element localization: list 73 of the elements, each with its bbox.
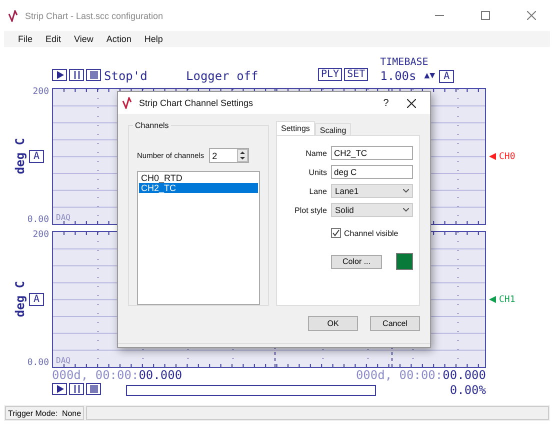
menu-item[interactable]: Help <box>138 34 170 44</box>
timebase-spinner[interactable]: ▲▼ <box>424 71 436 81</box>
channel-label: CH0 <box>499 152 516 162</box>
app-logo-icon <box>8 10 20 22</box>
minimize-icon <box>434 15 444 16</box>
axis-min-label: 0.00 <box>27 359 49 368</box>
play-icon <box>54 384 64 394</box>
field-label: Lane <box>308 186 327 196</box>
check-icon <box>332 229 340 237</box>
menu-item[interactable]: Action <box>100 34 138 44</box>
autoscale-button[interactable]: A <box>29 293 44 306</box>
progress-reading: 0.00% <box>450 384 486 396</box>
checkbox-label: Channel visible <box>344 228 398 238</box>
stop-button[interactable] <box>86 383 101 395</box>
window-title: Strip Chart - Last.scc configuration <box>25 10 164 20</box>
tab[interactable]: Scaling <box>314 123 352 135</box>
text-field[interactable]: deg C <box>331 165 413 179</box>
dropdown[interactable]: Lane1 <box>331 184 413 198</box>
start-time: 000d, 00:00:00.000 <box>52 369 182 382</box>
pause-button[interactable] <box>69 383 84 395</box>
run-status: Stop'd <box>104 69 148 83</box>
menu-item[interactable]: View <box>68 34 100 44</box>
chevron-icon <box>403 208 409 212</box>
trigger-mode-status: Trigger Mode: None <box>5 406 84 420</box>
play-button[interactable] <box>52 69 67 81</box>
close-icon <box>526 11 536 20</box>
autoscale-button[interactable]: A <box>29 150 44 163</box>
axis-max-label: 200 <box>32 88 49 97</box>
channel-count-field[interactable]: 2 <box>209 148 250 163</box>
chevron-icon <box>403 189 409 193</box>
end-time: 000d, 00:00:00.000 <box>356 369 486 382</box>
axis-max-label: 200 <box>32 231 49 240</box>
maximize-icon <box>480 11 490 20</box>
field-label: Name <box>304 148 327 158</box>
toolbar-button[interactable]: PLY <box>318 68 342 81</box>
source-label: DAQ <box>56 356 70 365</box>
help-button[interactable]: ? <box>371 98 401 108</box>
timebase-value: 1.00s <box>380 69 416 83</box>
pause-button[interactable] <box>69 69 84 81</box>
menu-item[interactable]: Edit <box>40 34 68 44</box>
color-button[interactable]: Color ... <box>331 254 382 268</box>
timebase-label: TIMEBASE <box>380 57 430 69</box>
toolbar-button[interactable]: SET <box>344 68 368 81</box>
list-item[interactable]: CH0_RTD <box>139 173 258 183</box>
logger-status: Logger off <box>186 69 260 83</box>
spinner-icon[interactable] <box>237 149 248 162</box>
stop-icon <box>88 384 98 394</box>
stop-icon <box>88 70 98 80</box>
source-label: DAQ <box>56 213 70 222</box>
pause-icon <box>72 384 82 394</box>
list-item[interactable]: CH2_TC <box>139 183 258 193</box>
cancel-button[interactable]: Cancel <box>370 316 420 331</box>
axis-units-label: deg C <box>13 281 27 318</box>
axis-min-label: 0.00 <box>27 216 49 225</box>
field-label: Units <box>308 168 327 176</box>
play-button[interactable] <box>52 383 67 395</box>
ok-button[interactable]: OK <box>308 316 358 331</box>
menu-item[interactable]: File <box>12 34 40 44</box>
stop-button[interactable] <box>86 69 101 81</box>
app-logo-icon <box>122 97 134 109</box>
channel-label: CH1 <box>499 294 516 304</box>
tab[interactable]: Settings <box>276 121 315 135</box>
pause-icon <box>72 70 82 80</box>
play-icon <box>54 70 64 80</box>
text-field[interactable]: CH2_TC <box>331 146 413 160</box>
close-icon[interactable] <box>407 98 416 108</box>
field-label: Plot style <box>294 206 327 214</box>
dialog-title: Strip Chart Channel Settings <box>139 98 254 108</box>
group-label: Channels <box>133 121 171 130</box>
axis-units-label: deg C <box>13 138 27 175</box>
autoscale-button[interactable]: A <box>439 70 454 82</box>
dropdown[interactable]: Solid <box>331 203 413 217</box>
checkbox[interactable] <box>331 228 341 238</box>
